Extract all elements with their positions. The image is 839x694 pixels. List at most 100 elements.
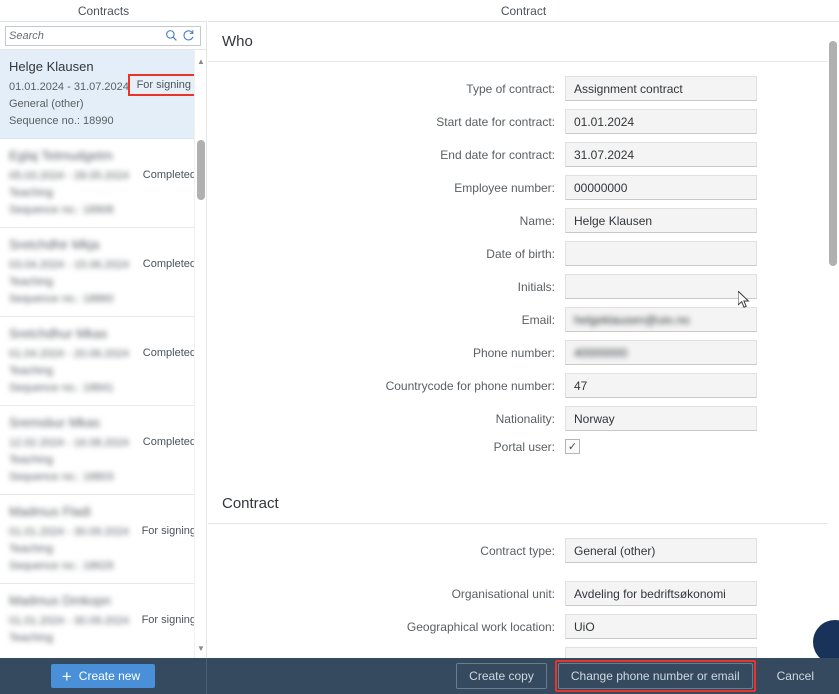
field-input[interactable]: Norway [565, 406, 757, 431]
list-item-sequence: Sequence no.: 18860 [9, 293, 114, 305]
field-label: Portal user: [493, 439, 555, 454]
change-phone-email-highlight: Change phone number or email [554, 660, 756, 692]
field-label: Email: [521, 312, 555, 327]
list-item-status: Completed [142, 169, 196, 181]
list-item-content: Sretchdhur Mkas 01.04.2024 - 20.06.2024 Te… [9, 326, 196, 397]
form-row: Phone number: 40000000 [208, 340, 839, 365]
create-copy-button[interactable]: Create copy [456, 663, 547, 689]
field-input[interactable] [565, 241, 757, 266]
field-spacer [208, 571, 839, 581]
detail-scrollbar-thumb[interactable] [829, 41, 837, 266]
scroll-down-arrow[interactable]: ▼ [195, 642, 206, 654]
contracts-list-pane: Helge Klausen01.01.2024 - 31.07.2024Gene… [0, 21, 207, 659]
form-row: Employee number: 00000000 [208, 175, 839, 200]
list-item-sequence: Sequence no.: 18803 [9, 471, 114, 483]
list-item-status: For signing [141, 614, 196, 626]
detail-scrollbar[interactable] [827, 22, 839, 658]
form-row: End date for contract: 31.07.2024 [208, 142, 839, 167]
form-row: Name: Helge Klausen [208, 208, 839, 233]
field-label: Organisational unit: [451, 586, 555, 601]
list-item[interactable]: Madmus Dmkopn 01.01.2024 - 30.09.2024 Teac… [0, 584, 206, 659]
field-input[interactable] [565, 647, 757, 658]
field-input[interactable]: General (other) [565, 538, 757, 563]
search-bar [0, 22, 206, 50]
field-value: UiO [574, 619, 595, 634]
contract-detail-title: Contract [500, 3, 547, 18]
list-item-status: For signing [141, 525, 196, 537]
field-input[interactable]: 00000000 [565, 175, 757, 200]
field-input[interactable]: Avdeling for bedriftsøkonomi [565, 581, 757, 606]
field-input[interactable]: Assignment contract [565, 76, 757, 101]
form-row: Countrycode for phone number: 47 [208, 373, 839, 398]
who-form: Type of contract: Assignment contract Star… [208, 62, 839, 454]
list-scrollbar[interactable]: ▲ ▼ [194, 50, 206, 659]
form-row: Initials: [208, 274, 839, 299]
field-label: Geographical work location: [406, 619, 555, 634]
list-scrollbar-thumb[interactable] [197, 140, 205, 200]
field-value: General (other) [574, 543, 656, 558]
header-row: Contracts Contract [0, 0, 839, 21]
portal-user-checkbox[interactable]: ✓ [565, 439, 580, 454]
list-item[interactable]: Helge Klausen 01.01.2024 - 31.07.2024 Gene… [0, 50, 206, 139]
form-row [208, 647, 839, 658]
cancel-button[interactable]: Cancel [764, 663, 827, 689]
list-item-content: Eglaj Tetmudgetm 05.03.2024 - 28.05.2024 T… [9, 148, 196, 219]
list-item-content: Sremsbur Mkas 12.02.2024 - 16.08.2024 Teac… [9, 415, 196, 486]
list-item[interactable]: Sretchdhur Mkas 01.04.2024 - 20.06.2024 Te… [0, 317, 206, 406]
field-input[interactable]: 01.01.2024 [565, 109, 757, 134]
list-item-type: Teaching [9, 187, 54, 199]
list-item[interactable]: Sretchdhir Mkja 03.04.2024 - 15.06.2024 Te… [0, 228, 206, 317]
list-item-name: Madmus Dmkopn [9, 593, 111, 608]
form-row: Date of birth: [208, 241, 839, 266]
search-icon[interactable] [163, 27, 180, 44]
form-row: Portal user: ✓ [208, 439, 839, 454]
form-row: Start date for contract: 01.01.2024 [208, 109, 839, 134]
field-value: Norway [574, 411, 615, 426]
list-item-type: Teaching [9, 276, 54, 288]
list-item-status: Completed [142, 436, 196, 448]
toolbar-left-section: + Create new [0, 658, 207, 694]
field-input[interactable]: Helge Klausen [565, 208, 757, 233]
list-item-content: Sretchdhir Mkja 03.04.2024 - 15.06.2024 Te… [9, 237, 196, 308]
field-input[interactable]: helgeklausen@uio.no [565, 307, 757, 332]
list-item-type: Teaching [9, 365, 54, 377]
contract-detail-pane: Who Type of contract: Assignment contract… [208, 21, 839, 658]
search-box[interactable] [5, 25, 201, 46]
list-item[interactable]: Eglaj Tetmudgetm 05.03.2024 - 28.05.2024 T… [0, 139, 206, 228]
field-input[interactable]: 31.07.2024 [565, 142, 757, 167]
section-contract-header: Contract [208, 484, 839, 524]
field-label: Start date for contract: [436, 114, 555, 129]
contracts-list[interactable]: Helge Klausen 01.01.2024 - 31.07.2024 Gene… [0, 50, 206, 659]
field-label: Phone number: [472, 345, 555, 360]
form-row: Nationality: Norway [208, 406, 839, 431]
list-item-content: Madmus Fladi 01.01.2024 - 30.09.2024 Teach… [9, 504, 196, 575]
form-row: Organisational unit: Avdeling for bedrift… [208, 581, 839, 606]
field-input[interactable]: UiO [565, 614, 757, 639]
list-item-type: General (other) [9, 98, 84, 110]
refresh-icon[interactable] [180, 27, 197, 44]
plus-icon: + [61, 666, 72, 686]
list-item-sequence: Sequence no.: 18990 [9, 115, 114, 127]
list-item[interactable]: Sremsbur Mkas 12.02.2024 - 16.08.2024 Teac… [0, 406, 206, 495]
list-item-status: For signing [127, 74, 200, 96]
search-input[interactable] [9, 29, 163, 42]
create-new-button[interactable]: + Create new [50, 664, 156, 688]
scroll-up-arrow[interactable]: ▲ [195, 55, 206, 67]
field-label: Initials: [517, 279, 555, 294]
list-item-type: Teaching [9, 632, 54, 644]
field-value: Helge Klausen [574, 213, 653, 228]
field-label: Type of contract: [466, 81, 555, 96]
list-item[interactable]: Madmus Fladi 01.01.2024 - 30.09.2024 Teach… [0, 495, 206, 584]
change-phone-number-or-email-button[interactable]: Change phone number or email [557, 663, 753, 689]
field-input[interactable] [565, 274, 757, 299]
list-item-name: Sretchdhur Mkas [9, 326, 108, 341]
list-item-type: Teaching [9, 543, 54, 555]
form-row: Geographical work location: UiO [208, 614, 839, 639]
list-item-sequence: Sequence no.: 18908 [9, 204, 114, 216]
field-value: 47 [574, 378, 588, 393]
field-value: 31.07.2024 [574, 147, 635, 162]
field-input[interactable]: 40000000 [565, 340, 757, 365]
list-item-type: Teaching [9, 454, 54, 466]
field-input[interactable]: 47 [565, 373, 757, 398]
